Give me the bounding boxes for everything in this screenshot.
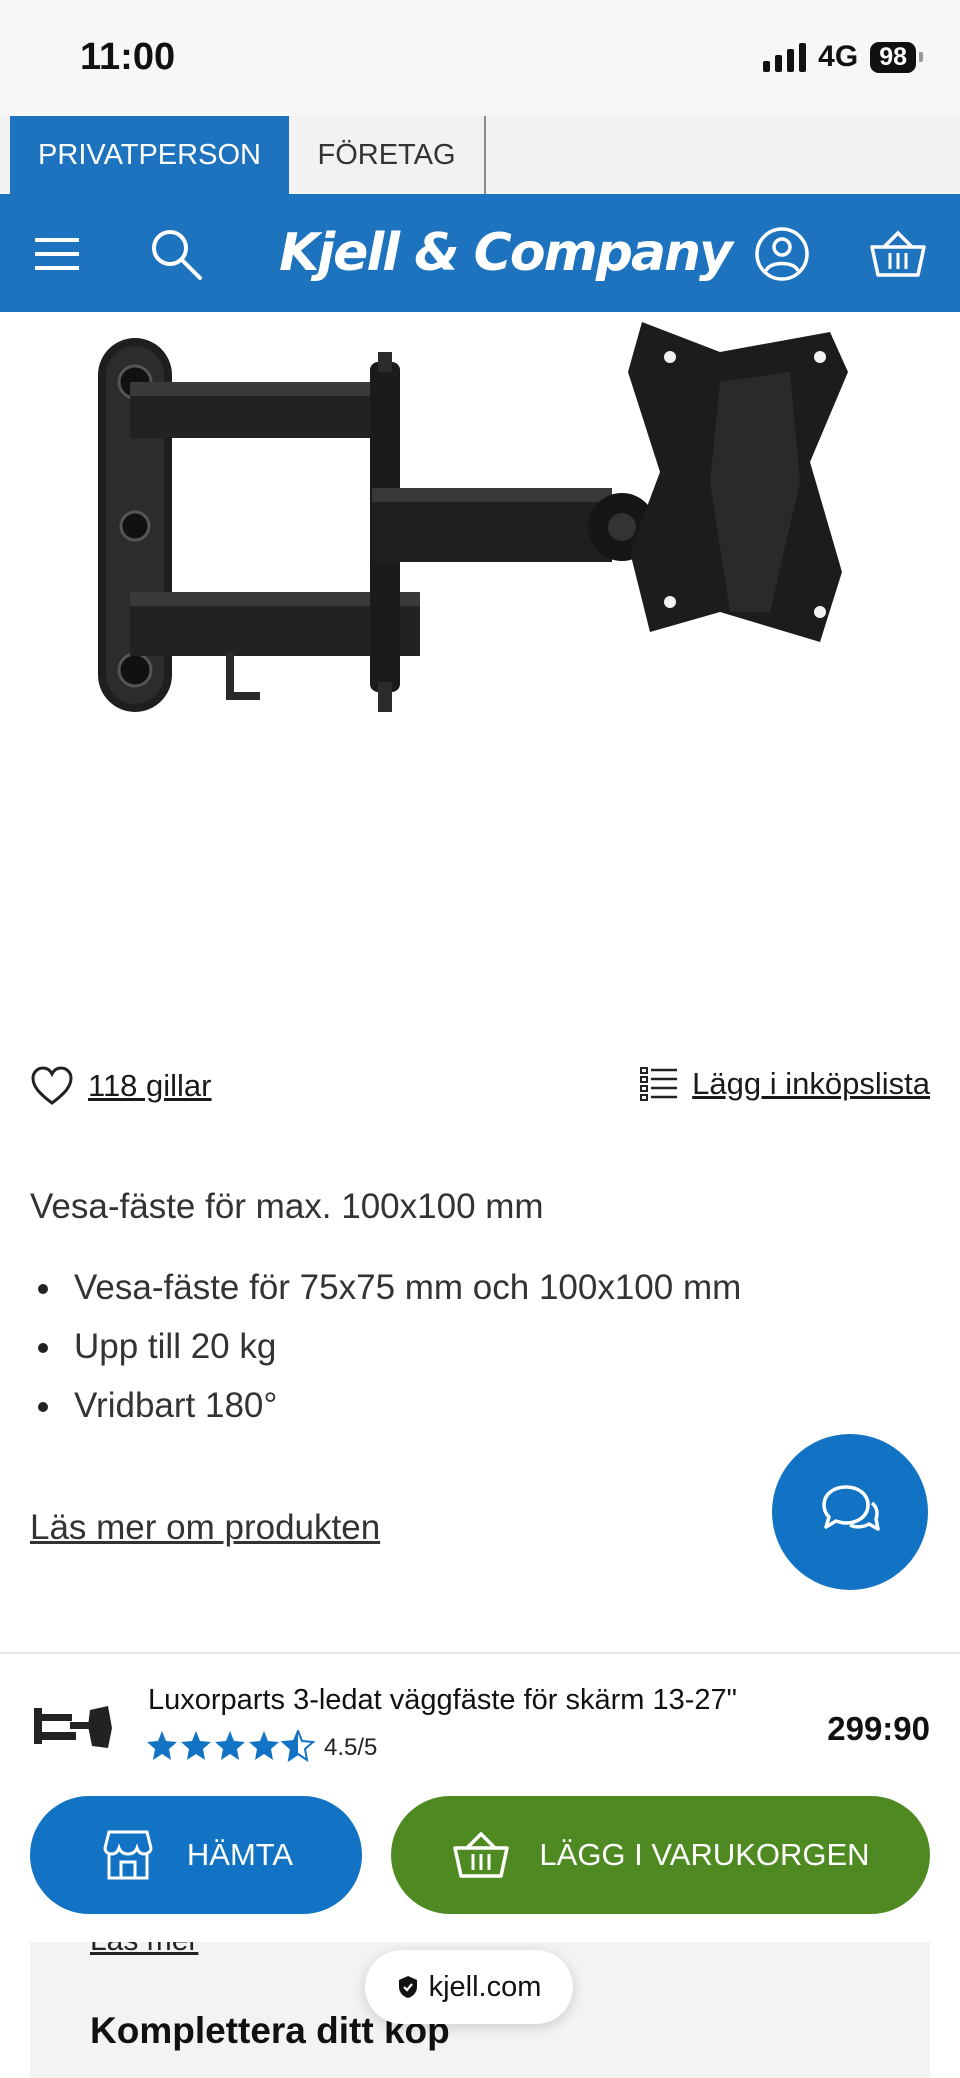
status-bar: 11:00 4G 98 — [0, 0, 960, 118]
search-icon[interactable] — [146, 224, 206, 284]
product-title: Luxorparts 3-ledat väggfäste för skärm 1… — [148, 1684, 737, 1716]
feature-item: Upp till 20 kg — [30, 1317, 741, 1376]
product-description-lead: Vesa-fäste för max. 100x100 mm — [30, 1187, 544, 1226]
site-logo[interactable]: Kjell & Company — [279, 214, 733, 292]
read-more-link-secondary[interactable]: Läs mer — [90, 1942, 198, 1958]
star-icon — [181, 1731, 211, 1760]
star-icon — [147, 1731, 177, 1760]
shopping-list-label: Lägg i inköpslista — [692, 1066, 930, 1101]
likes-count: 118 gillar — [88, 1068, 212, 1103]
account-icon[interactable] — [752, 224, 812, 284]
shield-icon — [398, 1976, 417, 1998]
rating-value: 4.5/5 — [324, 1734, 378, 1761]
browser-url-pill[interactable]: kjell.com — [365, 1950, 573, 2024]
add-to-shopping-list[interactable]: Lägg i inköpslista — [640, 1066, 930, 1102]
half-star-icon — [282, 1730, 314, 1761]
battery-icon: 98 — [870, 41, 923, 73]
product-features: Vesa-fäste för 75x75 mm och 100x100 mm U… — [30, 1258, 741, 1435]
battery-level: 98 — [879, 42, 907, 71]
chat-button[interactable] — [772, 1434, 928, 1590]
product-thumbnail — [34, 1706, 112, 1748]
basket-icon[interactable] — [868, 224, 928, 284]
feature-item: Vridbart 180° — [30, 1376, 741, 1435]
star-icon — [215, 1731, 245, 1760]
signal-icon — [763, 42, 807, 72]
tab-business[interactable]: FÖRETAG — [289, 116, 486, 194]
like-button[interactable]: 118 gillar — [30, 1066, 212, 1106]
read-more-link[interactable]: Läs mer om produkten — [30, 1508, 380, 1548]
star-icon — [249, 1731, 279, 1760]
list-icon — [640, 1067, 678, 1101]
status-time: 11:00 — [80, 36, 176, 78]
network-type: 4G — [818, 40, 859, 73]
pickup-button[interactable]: HÄMTA — [30, 1796, 362, 1914]
basket-icon — [453, 1831, 510, 1878]
url-text: kjell.com — [428, 1970, 542, 2003]
store-icon — [103, 1830, 153, 1880]
sticky-buy-panel: Luxorparts 3-ledat väggfäste för skärm 1… — [0, 1652, 960, 1942]
add-to-cart-label: LÄGG I VARUKORGEN — [539, 1837, 870, 1872]
heart-icon — [31, 1066, 73, 1105]
chat-icon — [822, 1485, 880, 1531]
product-image[interactable] — [30, 312, 930, 812]
customer-type-switcher: PRIVATPERSON FÖRETAG — [0, 116, 960, 194]
add-to-cart-button[interactable]: LÄGG I VARUKORGEN — [391, 1796, 930, 1914]
menu-icon[interactable] — [28, 224, 88, 284]
pickup-label: HÄMTA — [186, 1837, 294, 1872]
rating-stars — [146, 1730, 318, 1762]
wall-mount-illustration — [98, 322, 848, 712]
feature-item: Vesa-fäste för 75x75 mm och 100x100 mm — [30, 1258, 741, 1317]
site-header: Kjell & Company — [0, 194, 960, 312]
product-price: 299:90 — [827, 1710, 930, 1747]
status-indicators: 4G 98 — [763, 40, 923, 74]
tab-private[interactable]: PRIVATPERSON — [10, 116, 289, 194]
